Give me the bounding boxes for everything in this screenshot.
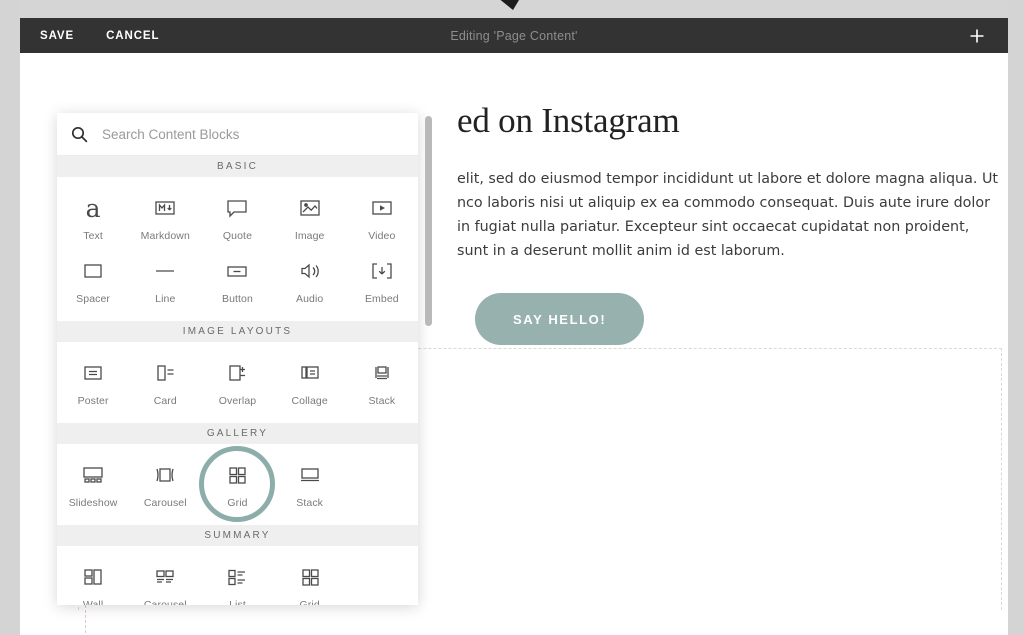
section-header: BASIC: [57, 156, 418, 177]
section-header: GALLERY: [57, 423, 418, 444]
block-item-label: Carousel: [143, 599, 187, 605]
summary-grid-icon: [297, 562, 323, 592]
block-item-label: Stack: [296, 497, 324, 509]
overlap-icon: [224, 358, 250, 388]
summary-carousel-icon: [152, 562, 178, 592]
block-item-label: Stack: [368, 395, 396, 407]
block-item-label: Quote: [222, 230, 253, 242]
section-header: IMAGE LAYOUTS: [57, 321, 418, 342]
block-item-label: Line: [155, 293, 176, 305]
stack-icon: [369, 358, 395, 388]
block-item-markdown[interactable]: Markdown: [129, 187, 201, 250]
block-item-quote[interactable]: Quote: [201, 187, 273, 250]
block-item-audio[interactable]: Audio: [274, 250, 346, 313]
block-item-label: Wall: [82, 599, 104, 605]
block-item-line[interactable]: Line: [129, 250, 201, 313]
page-title: ed on Instagram: [457, 101, 680, 140]
site-header-strip: [20, 0, 1008, 18]
block-item-carousel[interactable]: Carousel: [129, 454, 201, 517]
block-grid: a Text Markdown Quote Image Video Spacer Line Bu…: [57, 177, 418, 321]
gallery-carousel-icon: [152, 460, 178, 490]
block-item-label: Audio: [295, 293, 324, 305]
panel-scrollbar[interactable]: [425, 116, 432, 604]
block-item-label: Grid: [299, 599, 320, 605]
panel-sections: BASIC a Text Markdown Quote Image Video Spacer L…: [57, 156, 418, 605]
block-item-label: Grid: [227, 497, 248, 509]
block-item-carousel[interactable]: Carousel: [129, 556, 201, 605]
block-item-label: List: [229, 599, 246, 605]
block-item-spacer[interactable]: Spacer: [57, 250, 129, 313]
content-blocks-panel[interactable]: BASIC a Text Markdown Quote Image Video Spacer L…: [57, 113, 418, 605]
summary-list-icon: [224, 562, 250, 592]
search-input[interactable]: [100, 125, 404, 143]
section-header: SUMMARY: [57, 525, 418, 546]
cancel-button[interactable]: CANCEL: [106, 30, 159, 42]
add-block-button[interactable]: [962, 18, 992, 53]
block-item-wall[interactable]: Wall: [57, 556, 129, 605]
search-icon: [71, 126, 88, 142]
block-item-collage[interactable]: Collage: [274, 352, 346, 415]
block-item-label: Button: [221, 293, 253, 305]
search-bar[interactable]: [57, 113, 418, 156]
save-button[interactable]: SAVE: [40, 30, 74, 42]
block-item-card[interactable]: Card: [129, 352, 201, 415]
page-paragraph: elit, sed do eiusmod tempor incididunt u…: [457, 171, 999, 259]
block-item-stack[interactable]: Stack: [346, 352, 418, 415]
text-a-icon: a: [85, 193, 101, 223]
block-item-overlap[interactable]: Overlap: [201, 352, 273, 415]
block-item-slideshow[interactable]: Slideshow: [57, 454, 129, 517]
block-item-grid[interactable]: Grid: [274, 556, 346, 605]
collage-icon: [297, 358, 323, 388]
gallery-stack-icon: [297, 460, 323, 490]
block-item-label: Collage: [291, 395, 328, 407]
block-item-text[interactable]: a Text: [57, 187, 129, 250]
plus-icon: [970, 29, 984, 42]
block-grid: Wall Carousel List Grid: [57, 546, 418, 605]
card-icon: [152, 358, 178, 388]
block-item-button[interactable]: Button: [201, 250, 273, 313]
botanical-decoration-icon: [500, 0, 519, 10]
panel-scrollbar-thumb[interactable]: [425, 116, 432, 326]
markdown-icon: [152, 193, 178, 223]
say-hello-button[interactable]: SAY HELLO!: [475, 293, 645, 345]
button-icon: [224, 256, 250, 286]
editor-screen: ed on Instagram elit, sed do eiusmod tem…: [0, 0, 1024, 635]
block-item-stack[interactable]: Stack: [274, 454, 346, 517]
block-item-label: Markdown: [140, 230, 190, 242]
block-item-label: Image: [294, 230, 325, 242]
block-item-list[interactable]: List: [201, 556, 273, 605]
content-column: ed on Instagram elit, sed do eiusmod tem…: [457, 101, 1002, 345]
editor-title: Editing 'Page Content': [450, 28, 578, 43]
toolbar-actions: SAVE CANCEL: [20, 30, 159, 42]
block-item-poster[interactable]: Poster: [57, 352, 129, 415]
block-item-label: Carousel: [143, 497, 187, 509]
block-item-embed[interactable]: Embed: [346, 250, 418, 313]
block-item-label: Overlap: [218, 395, 257, 407]
block-item-label: Card: [153, 395, 177, 407]
embed-download-icon: [369, 256, 395, 286]
block-item-label: Text: [83, 230, 103, 242]
editor-toolbar: SAVE CANCEL Editing 'Page Content': [20, 18, 1008, 53]
audio-speaker-icon: [297, 256, 323, 286]
block-item-label: Poster: [77, 395, 109, 407]
block-item-grid[interactable]: Grid: [199, 445, 276, 522]
image-icon: [297, 193, 323, 223]
gallery-slideshow-icon: [80, 460, 106, 490]
gallery-grid-icon: [224, 460, 250, 490]
block-item-label: Spacer: [76, 293, 111, 305]
summary-wall-icon: [80, 562, 106, 592]
quote-bubble-icon: [224, 193, 250, 223]
block-item-label: Slideshow: [68, 497, 118, 509]
video-play-icon: [369, 193, 395, 223]
spacer-square-icon: [80, 256, 106, 286]
block-grid: Poster Card Overlap Collage Stack: [57, 342, 418, 423]
poster-icon: [80, 358, 106, 388]
block-item-video[interactable]: Video: [346, 187, 418, 250]
line-icon: [152, 256, 178, 286]
block-grid: Slideshow Carousel Grid Stack: [57, 444, 418, 525]
block-item-label: Video: [368, 230, 396, 242]
block-item-image[interactable]: Image: [274, 187, 346, 250]
block-item-label: Embed: [364, 293, 399, 305]
